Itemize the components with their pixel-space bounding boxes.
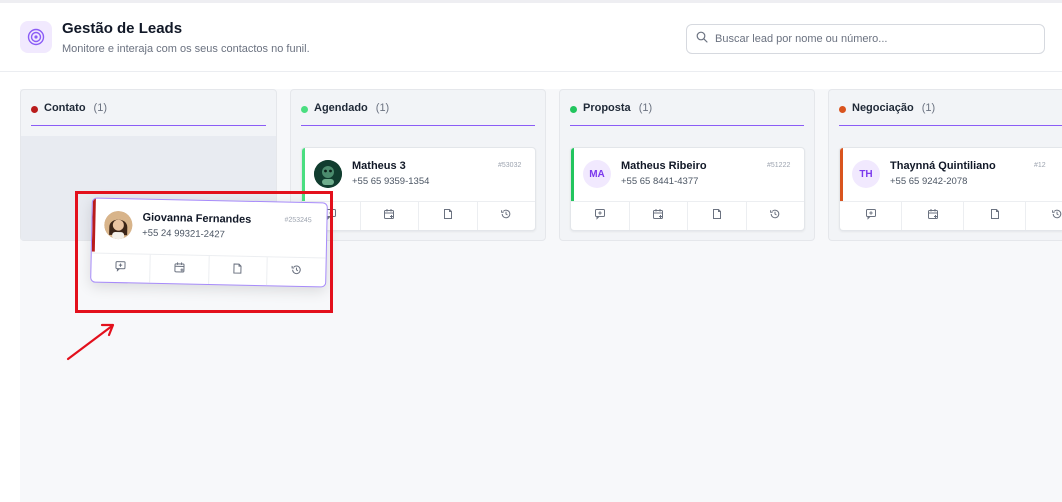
column-header: Proposta (1) — [570, 102, 804, 126]
top-bar: Gestão de Leads Monitore e interaja com … — [0, 0, 1062, 72]
lead-card[interactable]: MA Matheus Ribeiro +55 65 8441-4377 #512… — [570, 147, 805, 231]
column-title: Proposta — [583, 102, 631, 114]
lead-phone: +55 65 9242-2078 — [890, 176, 968, 187]
note-button[interactable] — [688, 202, 747, 230]
history-button[interactable] — [478, 202, 536, 230]
search-icon — [696, 30, 708, 48]
schedule-button[interactable] — [361, 202, 419, 230]
lead-card[interactable]: Matheus 3 +55 65 9359-1354 #53032 — [301, 147, 536, 231]
card-actions — [571, 201, 804, 230]
page-title: Gestão de Leads — [62, 20, 183, 37]
avatar: MA — [583, 160, 611, 188]
calendar-plus-icon — [652, 207, 664, 225]
card-actions — [302, 201, 535, 230]
column-count: (1) — [93, 102, 107, 114]
history-icon — [1051, 207, 1062, 225]
history-icon — [500, 207, 512, 225]
history-icon — [769, 207, 781, 225]
status-dot — [301, 106, 308, 113]
note-button[interactable] — [419, 202, 478, 230]
note-icon — [711, 207, 723, 225]
history-button[interactable] — [1026, 202, 1062, 230]
card-stripe — [571, 148, 574, 201]
note-icon — [989, 207, 1001, 225]
status-dot — [570, 106, 577, 113]
message-plus-icon — [865, 207, 877, 225]
lead-id: #53032 — [498, 162, 522, 169]
target-icon — [20, 21, 52, 53]
lead-card[interactable]: TH Thaynná Quintiliano +55 65 9242-2078 … — [839, 147, 1062, 231]
lead-id: #51222 — [767, 162, 791, 169]
column-proposta: Proposta (1) MA Matheus Ribeiro +55 65 8… — [559, 89, 815, 241]
calendar-plus-icon — [927, 207, 939, 225]
highlight-box — [75, 191, 333, 313]
search-box[interactable] — [686, 24, 1045, 54]
column-header: Contato (1) — [31, 102, 266, 126]
schedule-button[interactable] — [630, 202, 688, 230]
calendar-plus-icon — [383, 207, 395, 225]
note-button[interactable] — [964, 202, 1026, 230]
card-actions — [840, 201, 1062, 230]
search-input[interactable] — [715, 33, 1035, 45]
arrow-annotation — [66, 323, 115, 361]
schedule-button[interactable] — [902, 202, 964, 230]
lead-name: Matheus Ribeiro — [621, 160, 707, 172]
column-title: Negociação — [852, 102, 914, 114]
avatar: TH — [852, 160, 880, 188]
avatar — [314, 160, 342, 188]
message-plus-icon — [594, 207, 606, 225]
column-header: Negociação (1) — [839, 102, 1062, 126]
lead-name: Thaynná Quintiliano — [890, 160, 996, 172]
column-title: Agendado — [314, 102, 368, 114]
column-negociacao: Negociação (1) TH Thaynná Quintiliano +5… — [828, 89, 1062, 241]
add-message-button[interactable] — [571, 202, 630, 230]
lead-phone: +55 65 9359-1354 — [352, 176, 430, 187]
card-stripe — [840, 148, 843, 201]
status-dot — [839, 106, 846, 113]
lead-id: #12 — [1034, 162, 1046, 169]
page-subtitle: Monitore e interaja com os seus contacto… — [62, 43, 310, 55]
column-title: Contato — [44, 102, 86, 114]
column-count: (1) — [921, 102, 936, 114]
status-dot — [31, 106, 38, 113]
add-message-button[interactable] — [840, 202, 902, 230]
column-count: (1) — [638, 102, 653, 114]
history-button[interactable] — [747, 202, 805, 230]
column-count: (1) — [375, 102, 390, 114]
note-icon — [442, 207, 454, 225]
column-header: Agendado (1) — [301, 102, 535, 126]
lead-name: Matheus 3 — [352, 160, 406, 172]
lead-phone: +55 65 8441-4377 — [621, 176, 699, 187]
